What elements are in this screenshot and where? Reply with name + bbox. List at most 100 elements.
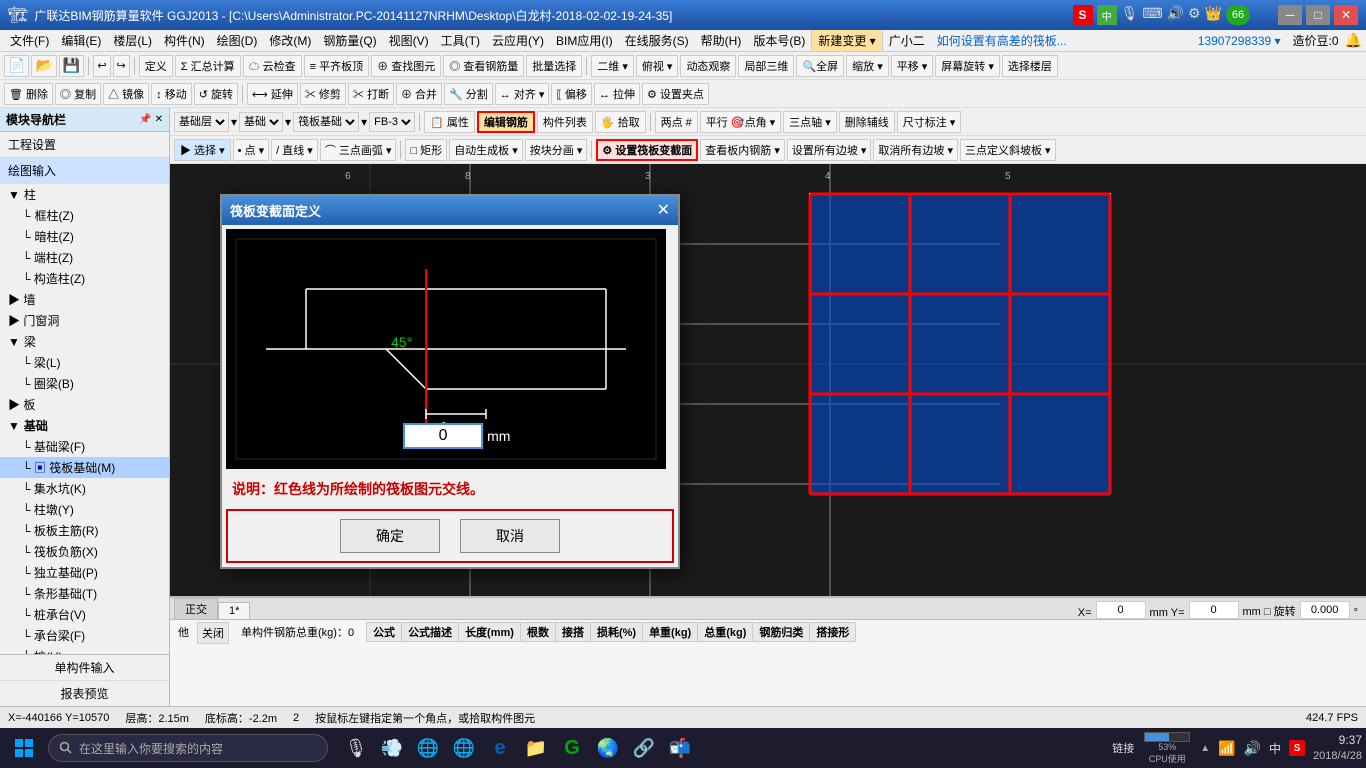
tree-item-beam[interactable]: ▼ 梁 [0, 331, 169, 352]
dialog-confirm-btn[interactable]: 确定 [340, 519, 440, 553]
menu-help-link[interactable]: 如何设置有高差的筏板... [931, 30, 1073, 51]
taskbar-ie-btn[interactable]: 🌐 [412, 732, 444, 764]
select-floor-btn[interactable]: 选择楼层 [1002, 55, 1058, 77]
maximize-button[interactable]: □ [1306, 5, 1330, 25]
del-aux-btn[interactable]: 删除辅线 [839, 111, 895, 133]
view-slab-rebar-btn[interactable]: 查看板内钢筋 ▾ [700, 139, 785, 161]
taskbar-app3-btn[interactable]: 🔗 [628, 732, 660, 764]
property-btn[interactable]: 📋 属性 [424, 111, 475, 133]
floor-select[interactable]: 基础层 [174, 112, 229, 132]
zoom-btn[interactable]: 缩放 ▾ [846, 55, 889, 77]
menu-bim[interactable]: BIM应用(I) [550, 30, 619, 51]
pick-btn[interactable]: 🖐 拾取 [595, 111, 646, 133]
trim-btn[interactable]: ✂ 修剪 [300, 83, 346, 105]
select-tool-btn[interactable]: ▶ 选择 ▾ [174, 139, 231, 161]
menu-assistant[interactable]: 广小二 [883, 30, 931, 51]
taskbar-folder-btn[interactable]: 📁 [520, 732, 552, 764]
batch-select-btn[interactable]: 批量选择 [526, 55, 582, 77]
tree-item-struct-col[interactable]: └ 构造柱(Z) [0, 268, 169, 289]
menu-floor[interactable]: 楼层(L) [107, 30, 158, 51]
menu-tools[interactable]: 工具(T) [435, 30, 486, 51]
tree-item-wall[interactable]: ▶ 墙 [0, 289, 169, 310]
two-point-btn[interactable]: 两点 # [655, 111, 698, 133]
offset-btn[interactable]: ⟦ 偏移 [551, 83, 592, 105]
tree-item-slab[interactable]: ▶ 板 [0, 394, 169, 415]
taskbar-ie3-btn[interactable]: e [484, 732, 516, 764]
close-button[interactable]: ✕ [1334, 5, 1358, 25]
calc-btn[interactable]: Σ 汇总计算 [175, 55, 241, 77]
dialog-cancel-btn[interactable]: 取消 [460, 519, 560, 553]
menu-online[interactable]: 在线服务(S) [619, 30, 695, 51]
menu-component[interactable]: 构件(N) [158, 30, 211, 51]
pan-btn[interactable]: 平移 ▾ [891, 55, 934, 77]
taskbar-app2-btn[interactable]: 🌏 [592, 732, 624, 764]
find-elem-btn[interactable]: ⊕ 查找图元 [371, 55, 441, 77]
tray-arrow[interactable]: ▲ [1200, 743, 1210, 754]
screen-rotate-btn[interactable]: 屏幕旋转 ▾ [935, 55, 1000, 77]
menu-cloud[interactable]: 云应用(Y) [486, 30, 550, 51]
cloud-check-btn[interactable]: ☁ 云检查 [243, 55, 302, 77]
set-raft-section-btn[interactable]: ⚙ 设置筏板变截面 [596, 139, 698, 161]
tree-item-isolated[interactable]: └ 独立基础(P) [0, 562, 169, 583]
local-3d-btn[interactable]: 局部三维 [738, 55, 794, 77]
line-btn[interactable]: / 直线 ▾ [271, 139, 318, 161]
menu-version[interactable]: 版本号(B) [747, 30, 811, 51]
menu-help[interactable]: 帮助(H) [695, 30, 748, 51]
id-select[interactable]: FB-3 [369, 112, 415, 132]
tree-item-raft[interactable]: └ ▣ 筏板基础(M) [0, 457, 169, 478]
view-rebar-btn[interactable]: ◎ 查看钢筋量 [443, 55, 524, 77]
dialog-close-btn[interactable]: ✕ [657, 203, 670, 219]
redo-btn[interactable]: ↪ [113, 55, 130, 77]
clock[interactable]: 9:37 2018/4/28 [1313, 733, 1362, 763]
split-btn[interactable]: 🔧 分割 [444, 83, 493, 105]
tab-1star[interactable]: 1* [218, 602, 250, 619]
fullscreen-btn[interactable]: 🔍全屏 [796, 55, 844, 77]
sidebar-section-draw[interactable]: 绘图输入 [0, 158, 169, 184]
taskbar-mic-btn[interactable]: 🎙 [340, 732, 372, 764]
parallel-btn[interactable]: 平行 🎯点角 ▾ [700, 111, 781, 133]
start-button[interactable] [4, 730, 44, 766]
taskbar-ie2-btn[interactable]: 🌐 [448, 732, 480, 764]
component-list-btn[interactable]: 构件列表 [537, 111, 593, 133]
taskbar-search[interactable]: 在这里输入你要搜索的内容 [48, 734, 328, 762]
level-top-btn[interactable]: ≡ 平齐板顶 [304, 55, 369, 77]
bottom-other-label[interactable]: 他 [174, 622, 193, 642]
tree-item-main-rebar[interactable]: └ 板板主筋(R) [0, 520, 169, 541]
single-component-input[interactable]: 单构件输入 [0, 655, 169, 681]
copy-btn[interactable]: ◎ 复制 [55, 83, 101, 105]
tree-item-neg-rebar[interactable]: └ 筏板负筋(X) [0, 541, 169, 562]
tree-item-sump[interactable]: └ 集水坑(K) [0, 478, 169, 499]
report-preview[interactable]: 报表预览 [0, 681, 169, 706]
tray-ime-zh[interactable]: 中 [1269, 740, 1281, 757]
tree-item-end-col[interactable]: └ 端柱(Z) [0, 247, 169, 268]
section-value-input[interactable] [403, 423, 483, 449]
menu-edit[interactable]: 编辑(E) [55, 30, 107, 51]
menu-new-change[interactable]: 新建变更 ▾ [811, 30, 882, 52]
tree-item-dark-col[interactable]: └ 暗柱(Z) [0, 226, 169, 247]
delete-btn[interactable]: 🗑 删除 [4, 83, 53, 105]
cad-canvas-area[interactable]: 6 8 3 4 5 [170, 164, 1366, 596]
menu-draw[interactable]: 绘图(D) [211, 30, 264, 51]
break-btn[interactable]: ✂ 打断 [348, 83, 394, 105]
tree-item-foundation[interactable]: ▼ 基础 [0, 415, 169, 436]
x-input[interactable] [1096, 601, 1146, 619]
three-axis-btn[interactable]: 三点轴 ▾ [783, 111, 837, 133]
align-btn[interactable]: ↔ 对齐 ▾ [495, 83, 550, 105]
set-all-slope-btn[interactable]: 设置所有边坡 ▾ [787, 139, 872, 161]
phone-number[interactable]: 13907298339 ▾ [1192, 32, 1287, 50]
tree-item-column-pier[interactable]: └ 柱墩(Y) [0, 499, 169, 520]
menu-modify[interactable]: 修改(M) [263, 30, 317, 51]
tree-item-strip[interactable]: └ 条形基础(T) [0, 583, 169, 604]
block-draw-btn[interactable]: 按块分画 ▾ [525, 139, 588, 161]
rotate-input[interactable] [1300, 601, 1350, 619]
bottom-close-btn[interactable]: 关闭 [197, 622, 229, 644]
edit-rebar-btn[interactable]: 编辑钢筋 [477, 111, 535, 133]
tree-item-openings[interactable]: ▶ 门窗洞 [0, 310, 169, 331]
extend-btn[interactable]: ⟷ 延伸 [247, 83, 298, 105]
menu-file[interactable]: 文件(F) [4, 30, 55, 51]
taskbar-app4-btn[interactable]: 📬 [664, 732, 696, 764]
tree-item-cap-beam[interactable]: └ 承台梁(F) [0, 625, 169, 646]
mirror-btn[interactable]: △ 镜像 [103, 83, 149, 105]
tree-item-found-beam[interactable]: └ 基础梁(F) [0, 436, 169, 457]
new-btn[interactable]: 📄 [4, 55, 29, 77]
